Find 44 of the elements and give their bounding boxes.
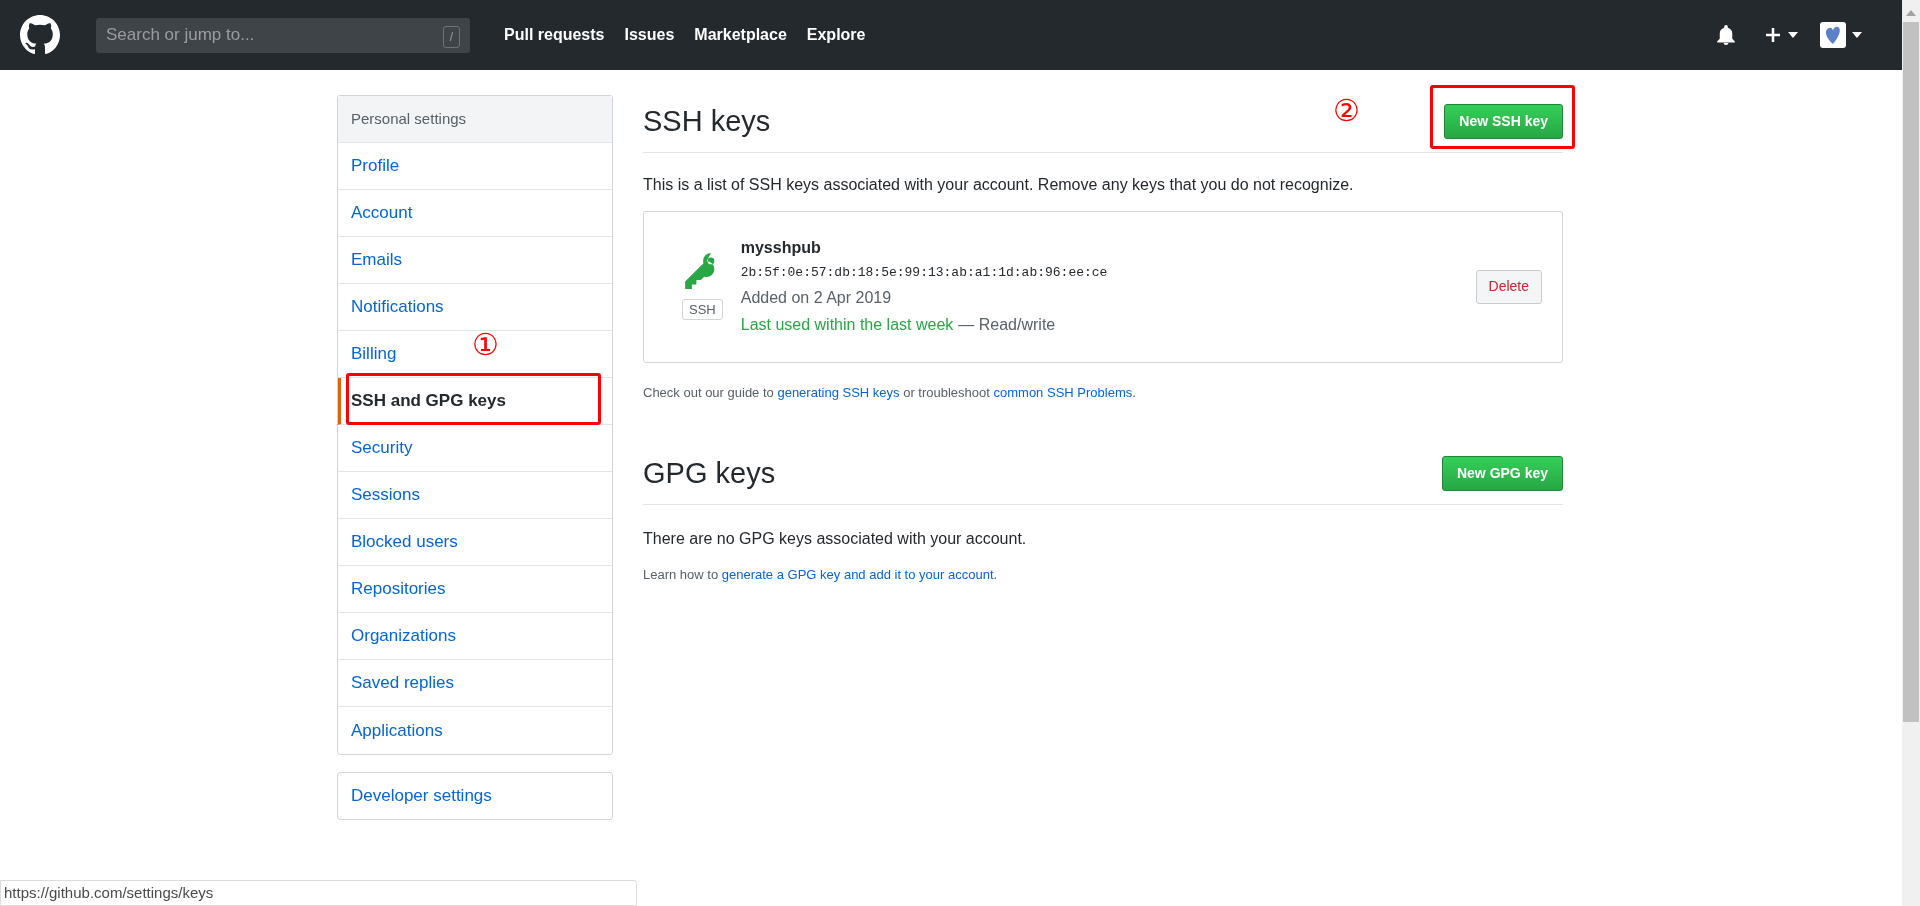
- menu-item[interactable]: Account: [338, 190, 612, 237]
- notifications-icon[interactable]: [1716, 25, 1736, 45]
- status-url: https://github.com/settings/keys: [0, 880, 637, 906]
- section-heading: SSH keys: [643, 104, 771, 139]
- caret-icon[interactable]: [1852, 32, 1862, 38]
- shortcut-key: /: [442, 25, 460, 48]
- help-text: Learn how to generate a GPG key and add it to your account.: [643, 565, 999, 584]
- empty-message: There are no GPG keys associated with your account.: [643, 528, 1028, 549]
- section-heading: GPG keys: [643, 456, 776, 491]
- nav-link[interactable]: Pull requests: [504, 23, 605, 47]
- menu-item[interactable]: Emails: [338, 237, 612, 284]
- step-number: ①: [472, 330, 499, 360]
- menu-item[interactable]: Applications: [338, 707, 612, 754]
- menu-item[interactable]: Organizations: [338, 613, 612, 660]
- menu-item[interactable]: Security: [338, 425, 612, 472]
- nav-link[interactable]: Explore: [806, 23, 866, 47]
- plus-icon[interactable]: [1764, 26, 1782, 44]
- menu-item[interactable]: Profile: [338, 143, 612, 190]
- menu-item[interactable]: Saved replies: [338, 660, 612, 707]
- key-fingerprint: 2b:5f:0e:57:db:18:5e:99:13:ab:a1:1d:ab:96:ee:ce: [740, 264, 1109, 283]
- added-date: Added on 2 Apr 2019: [740, 287, 893, 308]
- menu-item[interactable]: Repositories: [338, 566, 612, 613]
- key-name: mysshpub: [740, 238, 822, 259]
- nav-link[interactable]: Marketplace: [694, 23, 787, 47]
- gpg-guide-link[interactable]: generate a GPG key and add it to your account: [721, 566, 994, 582]
- help-text: Check out our guide to generating SSH keys or troubleshoot common SSH Problems.: [643, 383, 1137, 402]
- nav-link[interactable]: Issues: [624, 23, 675, 47]
- menu-item[interactable]: SSH and GPG keys: [338, 378, 612, 425]
- last-used-text: Last used within the last week: [740, 314, 954, 335]
- guide-link[interactable]: generating SSH keys: [777, 384, 900, 400]
- menu-item[interactable]: Notifications: [338, 284, 612, 331]
- avatar-icon[interactable]: [1820, 22, 1846, 48]
- menu-item[interactable]: Developer settings: [338, 773, 612, 819]
- delete-button[interactable]: Delete: [1475, 269, 1542, 304]
- description-text: This is a list of SSH keys associated with your account. Remove any keys that you do not recognize.: [643, 174, 1355, 195]
- menu-heading: Personal settings: [338, 96, 612, 143]
- scrollbar[interactable]: [1902, 0, 1920, 906]
- access-text: — Read/write: [958, 314, 1056, 335]
- step-number: ②: [1333, 96, 1360, 126]
- caret-icon[interactable]: [1788, 32, 1798, 38]
- menu-item[interactable]: Sessions: [338, 472, 612, 519]
- menu-item[interactable]: Blocked users: [338, 519, 612, 566]
- key-type-label: SSH: [682, 298, 723, 321]
- logo-icon[interactable]: [20, 15, 60, 55]
